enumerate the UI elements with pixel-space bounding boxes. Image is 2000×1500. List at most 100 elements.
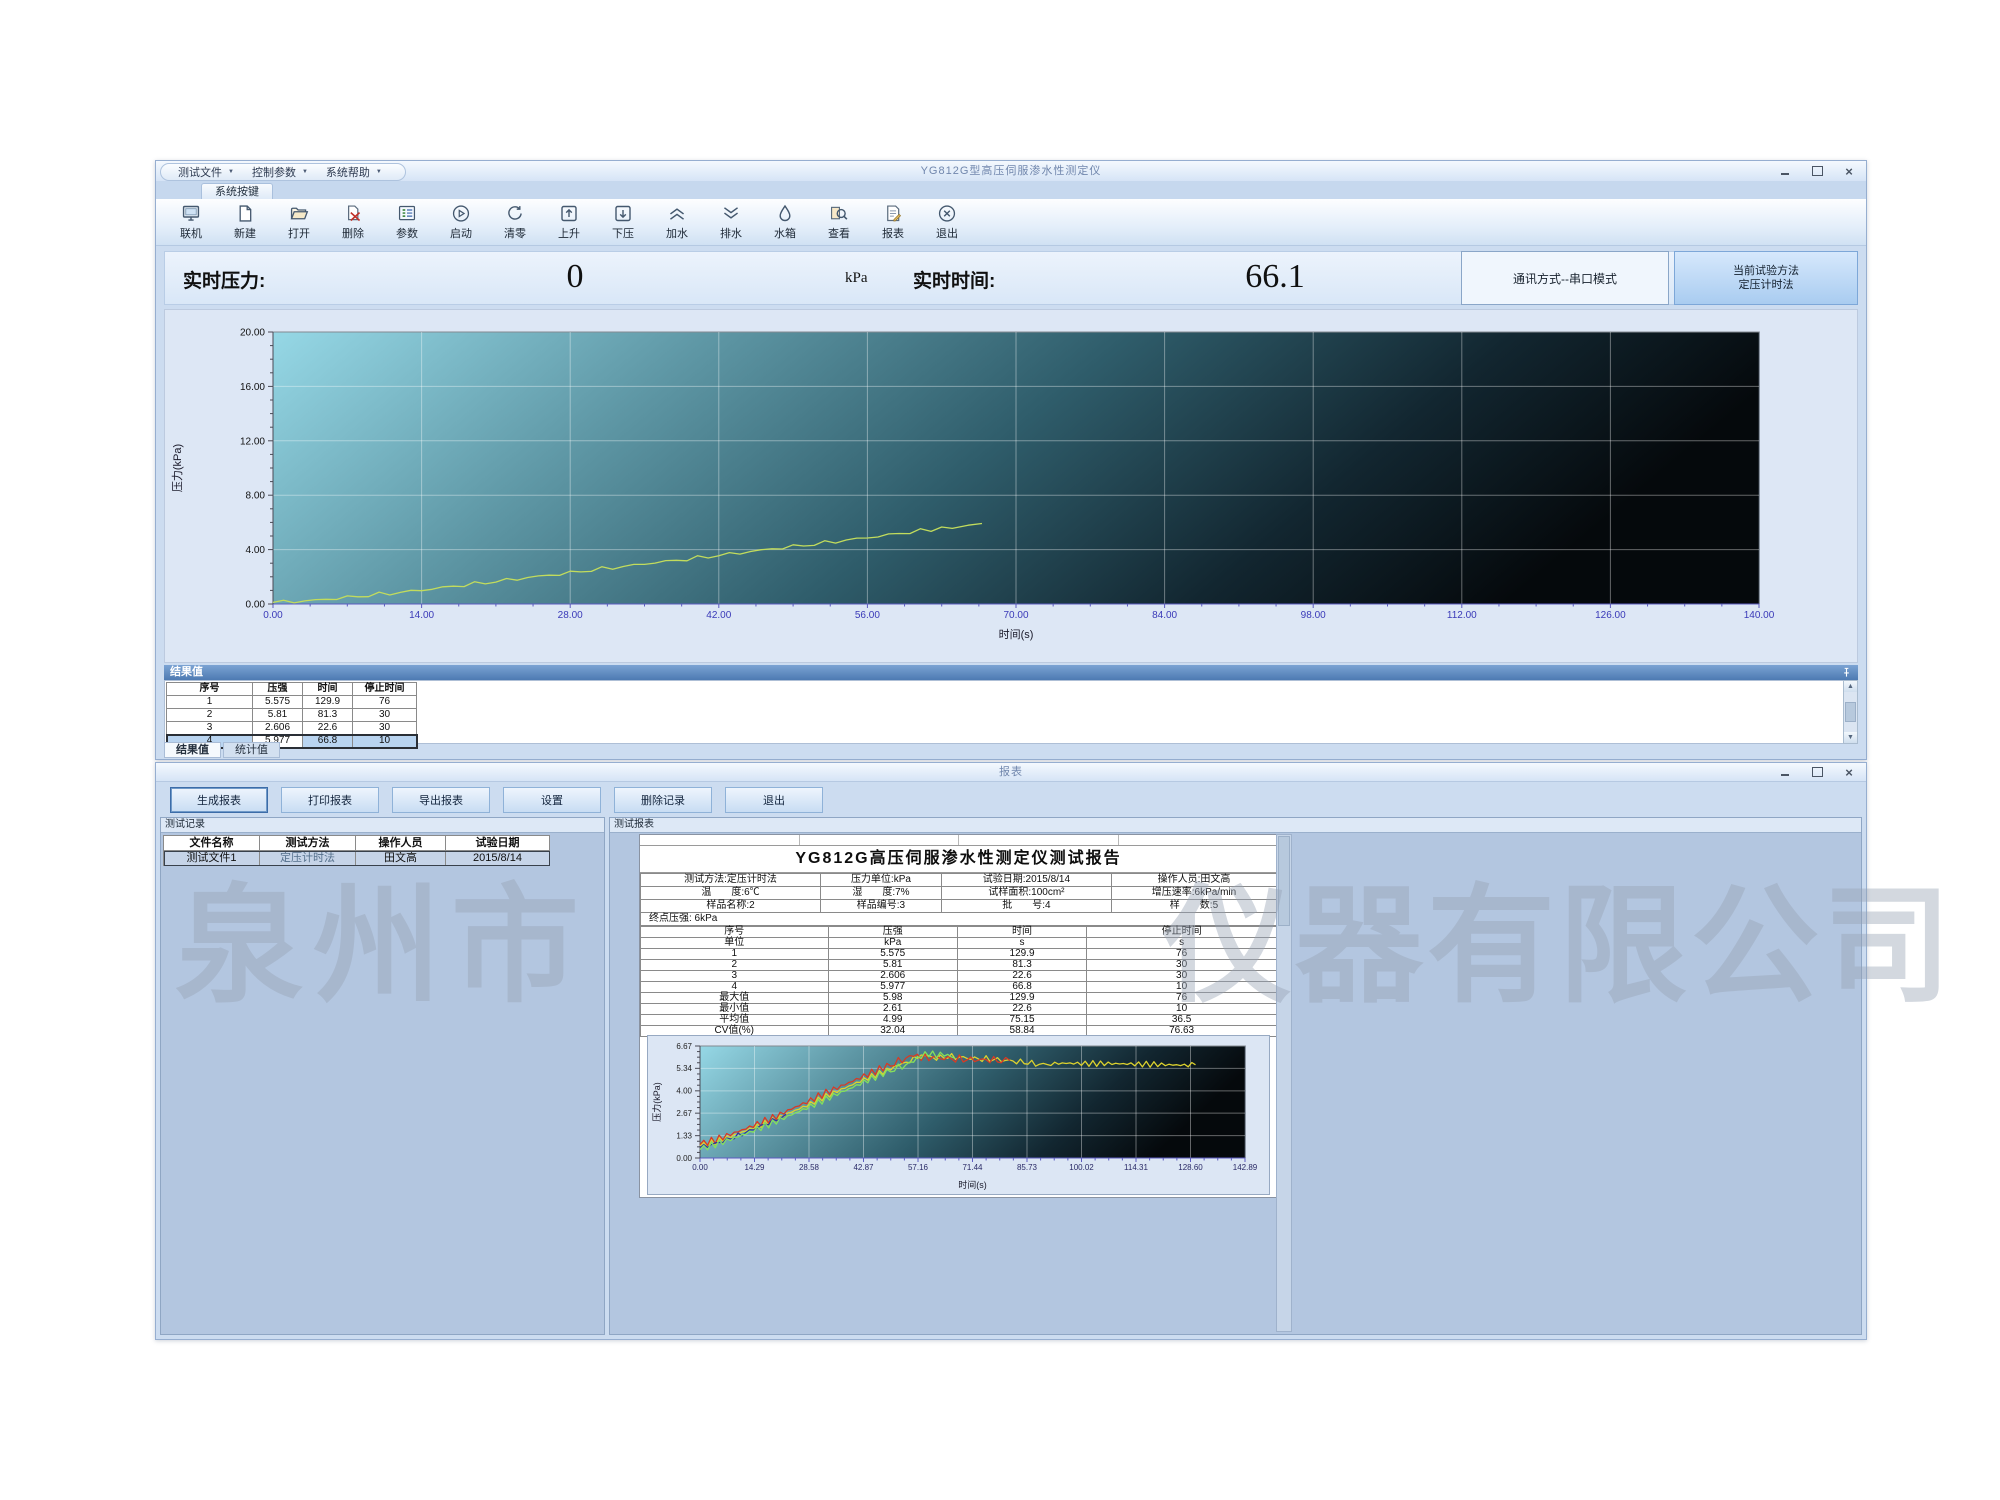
toolbar-button-add-water[interactable]: 加水 bbox=[650, 201, 704, 243]
toolbar-button-reset[interactable]: 清零 bbox=[488, 201, 542, 243]
result-row[interactable]: 32.60622.630 bbox=[167, 722, 417, 735]
scroll-down-icon[interactable]: ▼ bbox=[1844, 732, 1857, 743]
svg-text:2.67: 2.67 bbox=[676, 1109, 692, 1118]
minimize-icon[interactable] bbox=[1778, 765, 1792, 779]
toolbar-button-tank[interactable]: 水箱 bbox=[758, 201, 812, 243]
record-row[interactable]: 测试文件1定压计时法田文高2015/8/14 bbox=[164, 851, 550, 866]
report-data-row: 15.575129.976 bbox=[641, 949, 1277, 960]
report-panel-label: 测试报表 bbox=[610, 818, 1861, 833]
open-icon bbox=[288, 203, 310, 224]
results-scrollbar[interactable]: ▲ ▼ bbox=[1843, 680, 1858, 744]
svg-text:85.73: 85.73 bbox=[1017, 1163, 1038, 1172]
main-tabrow: 系统按键 bbox=[156, 181, 1866, 200]
params-icon bbox=[396, 203, 418, 224]
toolbar-button-params[interactable]: 参数 bbox=[380, 201, 434, 243]
result-row[interactable]: 25.8181.330 bbox=[167, 709, 417, 722]
export-report-button[interactable]: 导出报表 bbox=[392, 787, 490, 813]
menu-control-params[interactable]: 控制参数 ▼ bbox=[243, 164, 317, 180]
current-method-button[interactable]: 当前试验方法 定压计时法 bbox=[1674, 251, 1858, 305]
svg-text:16.00: 16.00 bbox=[240, 382, 265, 393]
report-titlebar: 报表 × bbox=[156, 763, 1866, 782]
realtime-pressure-label: 实时压力: bbox=[183, 266, 265, 293]
exit-button[interactable]: 退出 bbox=[725, 787, 823, 813]
chevron-down-icon: ▼ bbox=[376, 169, 382, 175]
delete-record-button[interactable]: 删除记录 bbox=[614, 787, 712, 813]
svg-text:142.89: 142.89 bbox=[1233, 1163, 1258, 1172]
table-header-row: 序号压强时间停止时间 bbox=[167, 683, 417, 696]
toolbar-button-delete[interactable]: 删除 bbox=[326, 201, 380, 243]
start-icon bbox=[450, 203, 472, 224]
toolbar-button-report[interactable]: 报表 bbox=[866, 201, 920, 243]
svg-text:5.34: 5.34 bbox=[676, 1064, 692, 1073]
report-info-row: 样品名称:2样品编号:3批 号:4样 数:5 bbox=[641, 900, 1277, 913]
view-icon bbox=[828, 203, 850, 224]
raise-icon bbox=[558, 203, 580, 224]
close-icon[interactable]: × bbox=[1842, 765, 1856, 779]
generate-report-button[interactable]: 生成报表 bbox=[170, 787, 268, 813]
svg-text:时间(s): 时间(s) bbox=[999, 628, 1034, 641]
tab-statistics-values[interactable]: 统计值 bbox=[223, 742, 280, 758]
toolbar-button-open[interactable]: 打开 bbox=[272, 201, 326, 243]
svg-text:0.00: 0.00 bbox=[263, 610, 283, 621]
maximize-icon[interactable] bbox=[1810, 164, 1824, 178]
tab-system-keys[interactable]: 系统按键 bbox=[201, 183, 273, 200]
result-row[interactable]: 15.575129.976 bbox=[167, 696, 417, 709]
drain-icon bbox=[720, 203, 742, 224]
report-title: YG812G高压伺服渗水性测定仪测试报告 bbox=[640, 846, 1277, 873]
toolbar-button-press[interactable]: 下压 bbox=[596, 201, 650, 243]
menu-test-file[interactable]: 测试文件 ▼ bbox=[169, 164, 243, 180]
chevron-down-icon: ▼ bbox=[302, 169, 308, 175]
tab-results-values[interactable]: 结果值 bbox=[164, 742, 221, 758]
main-titlebar: YG812G型高压伺服渗水性测定仪 测试文件 ▼ 控制参数 ▼ 系统帮助 ▼ × bbox=[156, 161, 1866, 182]
minimize-icon[interactable] bbox=[1778, 164, 1792, 178]
settings-button[interactable]: 设置 bbox=[503, 787, 601, 813]
main-chart-panel: 0.0014.0028.0042.0056.0070.0084.0098.001… bbox=[164, 309, 1858, 663]
svg-text:140.00: 140.00 bbox=[1744, 610, 1775, 621]
toolbar-button-raise[interactable]: 上升 bbox=[542, 201, 596, 243]
status-strip: 实时压力: 0 kPa 实时时间: 66.1 s 通讯方式--串口模式 当前试验… bbox=[164, 251, 1858, 305]
scroll-up-icon[interactable]: ▲ bbox=[1844, 681, 1857, 692]
scroll-thumb[interactable] bbox=[1845, 702, 1856, 722]
maximize-icon[interactable] bbox=[1810, 765, 1824, 779]
toolbar-button-drain[interactable]: 排水 bbox=[704, 201, 758, 243]
realtime-time-value: 66.1 bbox=[1155, 258, 1395, 296]
menu-system-help[interactable]: 系统帮助 ▼ bbox=[317, 164, 391, 180]
svg-text:6.67: 6.67 bbox=[676, 1042, 692, 1051]
svg-text:71.44: 71.44 bbox=[962, 1163, 983, 1172]
svg-text:42.00: 42.00 bbox=[706, 610, 731, 621]
report-info-table: 测试方法:定压计时法压力单位:kPa试验日期:2015/8/14操作人员:田文高… bbox=[640, 873, 1277, 926]
report-button-row: 生成报表 打印报表 导出报表 设置 删除记录 退出 bbox=[170, 787, 823, 813]
column-header: 试验日期 bbox=[446, 836, 550, 851]
toolbar-button-view[interactable]: 查看 bbox=[812, 201, 866, 243]
test-report-panel: 测试报表 YG812G高压伺服渗水性测定仪测试报告 测试方法:定压计时法压力单位… bbox=[609, 817, 1862, 1335]
report-info-row: 温 度:6℃湿 度:7%试样面积:100cm²增压速率:6kPa/min bbox=[641, 887, 1277, 900]
svg-text:1.33: 1.33 bbox=[676, 1131, 692, 1140]
print-report-button[interactable]: 打印报表 bbox=[281, 787, 379, 813]
close-icon[interactable]: × bbox=[1842, 164, 1856, 178]
main-chart: 0.0014.0028.0042.0056.0070.0084.0098.001… bbox=[165, 310, 1857, 660]
toolbar-button-start[interactable]: 启动 bbox=[434, 201, 488, 243]
results-tabs: 结果值 统计值 bbox=[164, 742, 282, 758]
toolbar-button-new[interactable]: 新建 bbox=[218, 201, 272, 243]
scroll-thumb[interactable] bbox=[1278, 836, 1290, 926]
svg-text:84.00: 84.00 bbox=[1152, 610, 1177, 621]
toolbar-button-exit[interactable]: 退出 bbox=[920, 201, 974, 243]
records-panel-label: 测试记录 bbox=[161, 818, 604, 833]
pressure-unit: kPa bbox=[845, 270, 868, 287]
main-window-controls: × bbox=[1778, 164, 1856, 178]
svg-text:压力(kPa): 压力(kPa) bbox=[651, 1082, 662, 1122]
report-data-row: 最大值5.98129.976 bbox=[641, 993, 1277, 1004]
toolbar: 联机新建打开删除参数启动清零上升下压加水排水水箱查看报表退出 bbox=[156, 199, 1866, 246]
svg-text:0.00: 0.00 bbox=[246, 600, 266, 611]
realtime-time-label: 实时时间: bbox=[913, 266, 995, 293]
toolbar-button-connect[interactable]: 联机 bbox=[164, 201, 218, 243]
pin-icon[interactable] bbox=[1841, 667, 1852, 678]
svg-text:0.00: 0.00 bbox=[676, 1154, 692, 1163]
svg-text:42.87: 42.87 bbox=[853, 1163, 874, 1172]
svg-text:56.00: 56.00 bbox=[855, 610, 880, 621]
report-scrollbar[interactable] bbox=[1276, 834, 1292, 1332]
report-data-row: 32.60622.630 bbox=[641, 971, 1277, 982]
report-window: 报表 × 生成报表 打印报表 导出报表 设置 删除记录 退出 测试记录 文件名称… bbox=[155, 762, 1867, 1340]
report-panels: 测试记录 文件名称测试方法操作人员试验日期测试文件1定压计时法田文高2015/8… bbox=[160, 817, 1862, 1335]
report-icon bbox=[882, 203, 904, 224]
